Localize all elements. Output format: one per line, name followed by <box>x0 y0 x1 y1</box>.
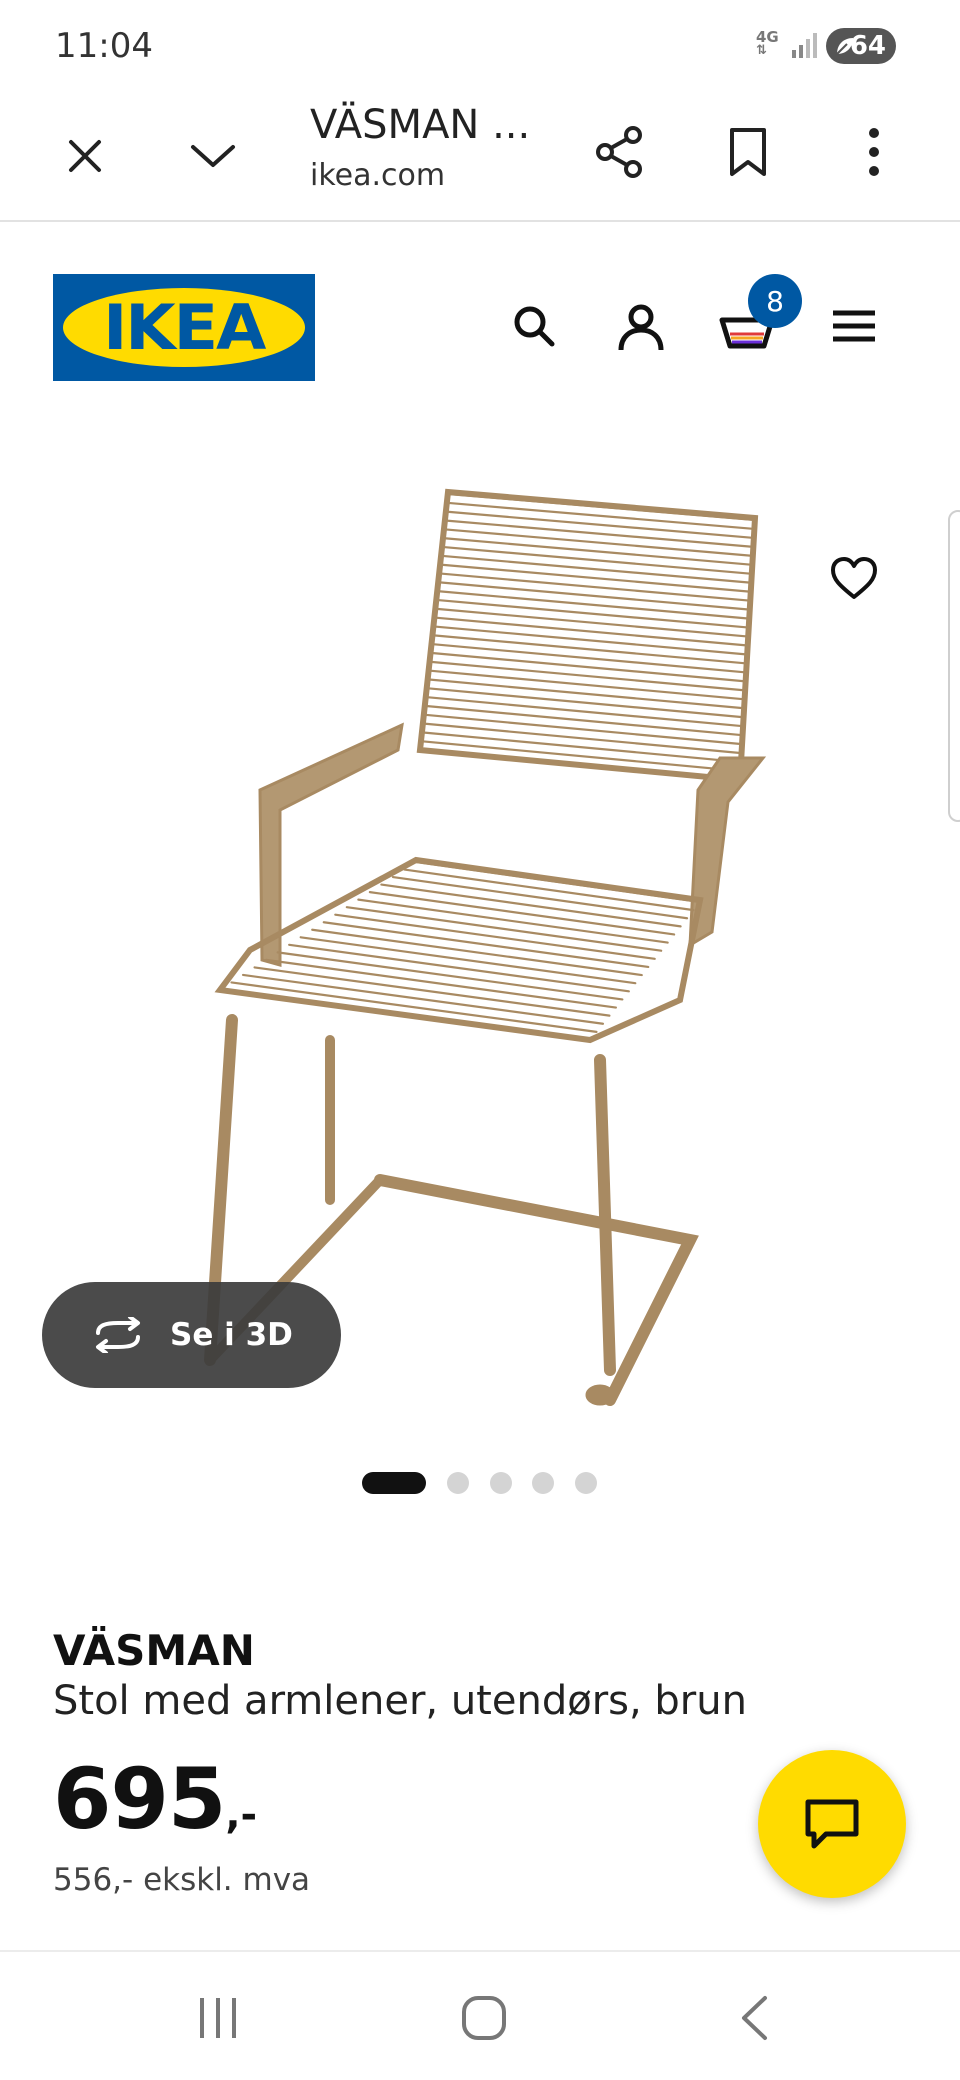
signal-icon <box>792 33 817 58</box>
search-button[interactable] <box>504 296 564 356</box>
view-in-3d-button[interactable]: Se i 3D <box>42 1282 341 1388</box>
tab-title: VÄSMAN ... <box>310 102 531 148</box>
pagination-dot-2[interactable] <box>447 1472 469 1494</box>
pagination-dot-3[interactable] <box>490 1472 512 1494</box>
search-icon <box>514 306 555 347</box>
battery-saver-icon <box>836 38 853 55</box>
logo-oval: IKEA <box>63 288 305 367</box>
close-icon <box>69 140 101 172</box>
status-time: 11:04 <box>55 26 153 66</box>
chair-illustration <box>204 488 767 1406</box>
price-integer: 695 <box>53 1750 226 1848</box>
battery-indicator: 64 <box>826 28 896 64</box>
bookmark-button[interactable] <box>716 120 780 184</box>
logo-text: IKEA <box>103 291 266 364</box>
ikea-logo[interactable]: IKEA <box>53 274 315 381</box>
recent-apps-icon <box>200 1998 236 2038</box>
scroll-handle[interactable] <box>948 510 960 822</box>
network-indicator: 4G ⇅ <box>756 28 779 58</box>
recent-apps-button[interactable] <box>180 1980 256 2056</box>
menu-icon <box>833 310 875 342</box>
menu-button[interactable] <box>824 296 884 356</box>
home-icon <box>462 1996 506 2040</box>
product-name: VÄSMAN <box>53 1626 255 1675</box>
bookmark-icon <box>730 128 766 176</box>
status-bar: 11:04 4G ⇅ 64 <box>0 0 960 90</box>
browser-toolbar: VÄSMAN ... ikea.com <box>0 90 960 222</box>
back-button[interactable] <box>716 1980 792 2056</box>
network-type: 4G <box>756 28 779 46</box>
back-icon <box>742 1996 767 2040</box>
share-icon <box>596 126 642 178</box>
rotate-3d-icon <box>96 1317 140 1353</box>
image-pagination <box>0 1472 960 1496</box>
account-icon <box>618 304 664 351</box>
share-button[interactable] <box>588 120 652 184</box>
more-vert-icon <box>869 128 879 176</box>
pagination-dot-1[interactable] <box>362 1472 426 1494</box>
heart-icon <box>831 557 877 599</box>
price-suffix: ,- <box>225 1792 258 1838</box>
price-excluding-vat: 556,- ekskl. mva <box>53 1862 311 1898</box>
add-to-wishlist-button[interactable] <box>826 550 882 606</box>
product-price: 695 ,- <box>53 1750 257 1848</box>
android-navigation-bar <box>0 1950 960 2080</box>
product-image[interactable] <box>180 480 780 1420</box>
pagination-dot-5[interactable] <box>575 1472 597 1494</box>
cart-count-badge: 8 <box>748 274 802 328</box>
chevron-down-icon <box>191 145 235 167</box>
product-description: Stol med armlener, utendørs, brun <box>53 1678 747 1724</box>
chat-button[interactable] <box>758 1750 906 1898</box>
more-options-button[interactable] <box>842 120 906 184</box>
home-button[interactable] <box>446 1980 522 2056</box>
account-button[interactable] <box>609 296 673 360</box>
view-in-3d-label: Se i 3D <box>170 1317 293 1353</box>
pagination-dot-4[interactable] <box>532 1472 554 1494</box>
minimize-tab-button[interactable] <box>183 126 243 186</box>
chat-icon <box>805 1799 859 1849</box>
close-tab-button[interactable] <box>55 126 115 186</box>
tab-url[interactable]: ikea.com <box>310 158 445 193</box>
